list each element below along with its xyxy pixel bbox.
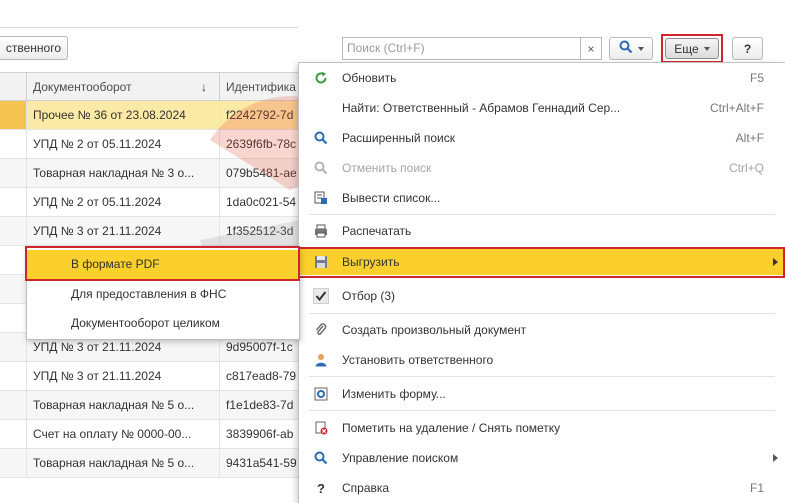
table-row[interactable]: Товарная накладная № 3 о... 079b5481-ae [0, 159, 300, 188]
menu-item-refresh[interactable]: Обновить F5 [299, 65, 785, 91]
menu-item-shortcut: Ctrl+Alt+F [709, 101, 764, 115]
menu-item-search-management[interactable]: Управление поиском [299, 445, 785, 471]
help-icon: ? [317, 480, 325, 496]
menu-separator [309, 376, 775, 377]
menu-item-help[interactable]: ? Справка F1 [299, 475, 785, 501]
submenu-item-fns[interactable]: Для предоставления в ФНС [27, 280, 299, 309]
cell-docflow: Товарная накладная № 3 о... [26, 159, 219, 187]
cell-identifier: 9431a541-59 [219, 449, 300, 477]
cell-docflow: УПД № 3 от 21.11.2024 [26, 217, 219, 245]
menu-item-label: Обновить [342, 71, 397, 85]
form-settings-icon [313, 386, 329, 402]
column-header-docflow[interactable]: Документооборот ↓ [26, 73, 219, 101]
menu-item-mark-delete[interactable]: Пометить на удаление / Снять пометку [299, 415, 785, 441]
user-icon [313, 352, 329, 368]
table-row[interactable]: Товарная накладная № 5 о... f1e1de83-7d [0, 391, 300, 420]
sort-arrow-icon: ↓ [201, 80, 207, 94]
menu-item-label: Распечатать [342, 224, 412, 238]
check-icon [313, 288, 329, 304]
responsible-button[interactable]: ственного [0, 36, 68, 60]
menu-item-filter[interactable]: Отбор (3) [299, 283, 785, 309]
menu-item-label: Создать произвольный документ [342, 323, 527, 337]
cell-identifier: f2242792-7d [219, 101, 300, 129]
column-header-identifier[interactable]: Идентифика [219, 73, 300, 101]
cell-docflow: Счет на оплату № 0000-00... [26, 420, 219, 448]
menu-item-output-list[interactable]: Вывести список... [299, 185, 785, 211]
chevron-right-icon [773, 454, 778, 462]
menu-separator [309, 313, 775, 314]
chevron-down-icon [637, 46, 644, 51]
chevron-down-icon [703, 46, 710, 51]
menu-item-label: Справка [342, 481, 390, 495]
table-row[interactable]: Счет на оплату № 0000-00... 3839906f-ab [0, 420, 300, 449]
menu-item-label: Отменить поиск [342, 161, 432, 175]
column-header-docflow-label: Документооборот [33, 80, 132, 94]
more-menu: Обновить F5 Найти: Ответственный - Абрам… [298, 62, 785, 503]
menu-item-create-document[interactable]: Создать произвольный документ [299, 317, 785, 343]
menu-item-shortcut: F5 [749, 71, 764, 85]
help-button[interactable]: ? [732, 37, 763, 60]
menu-item-label: Управление поиском [342, 451, 459, 465]
menu-item-label: Отбор (3) [342, 289, 396, 303]
menu-item-find-responsible[interactable]: Найти: Ответственный - Абрамов Геннадий … [299, 95, 785, 121]
table-row[interactable]: Товарная накладная № 5 о... 9431a541-59 [0, 449, 300, 478]
cell-identifier: 3839906f-ab [219, 420, 300, 448]
annotation-frame-pdf [25, 246, 300, 281]
table-header: Документооборот ↓ Идентифика [0, 72, 300, 101]
cancel-search-icon [313, 160, 329, 176]
menu-separator [309, 410, 775, 411]
search-icon [313, 130, 329, 146]
cell-docflow: Прочее № 36 от 23.08.2024 [26, 101, 219, 129]
paperclip-icon [313, 322, 329, 338]
cell-identifier: f1e1de83-7d [219, 391, 300, 419]
menu-item-shortcut: F1 [749, 481, 764, 495]
more-button-label: Еще [674, 41, 699, 56]
delete-mark-icon [313, 420, 329, 436]
menu-item-advanced-search[interactable]: Расширенный поиск Alt+F [299, 125, 785, 151]
toolbar-top-border [0, 0, 298, 28]
clear-search-button[interactable]: × [581, 37, 602, 60]
table-row[interactable]: Прочее № 36 от 23.08.2024 f2242792-7d [0, 101, 300, 130]
submenu-item-full-docflow[interactable]: Документооборот целиком [27, 309, 299, 338]
cell-docflow: УПД № 3 от 21.11.2024 [26, 362, 219, 390]
table-row[interactable]: УПД № 2 от 05.11.2024 1da0c021-54 [0, 188, 300, 217]
cell-identifier: 1f352512-3d [219, 217, 300, 245]
menu-item-label: Изменить форму... [342, 387, 446, 401]
cell-identifier: c817ead8-79 [219, 362, 300, 390]
table-row[interactable]: УПД № 3 от 21.11.2024 1f352512-3d [0, 217, 300, 246]
cell-identifier: 079b5481-ae [219, 159, 300, 187]
menu-item-shortcut: Ctrl+Q [728, 161, 764, 175]
cell-docflow: Товарная накладная № 5 о... [26, 391, 219, 419]
search-button[interactable] [609, 37, 653, 60]
menu-item-set-responsible[interactable]: Установить ответственного [299, 347, 785, 373]
menu-item-shortcut: Alt+F [735, 131, 764, 145]
menu-item-change-form[interactable]: Изменить форму... [299, 381, 785, 407]
menu-item-label: Расширенный поиск [342, 131, 455, 145]
cell-docflow: УПД № 2 от 05.11.2024 [26, 130, 219, 158]
menu-item-label: Установить ответственного [342, 353, 494, 367]
menu-item-label: Вывести список... [342, 191, 441, 205]
menu-item-print[interactable]: Распечатать [299, 218, 785, 244]
search-input[interactable]: Поиск (Ctrl+F) [342, 37, 581, 60]
search-icon [619, 40, 633, 57]
cell-docflow: Товарная накладная № 5 о... [26, 449, 219, 477]
annotation-frame-export [297, 247, 785, 278]
menu-item-label: Пометить на удаление / Снять пометку [342, 421, 561, 435]
printer-icon [313, 223, 329, 239]
menu-item-cancel-search[interactable]: Отменить поиск Ctrl+Q [299, 155, 785, 181]
search-manage-icon [313, 450, 329, 466]
table-row[interactable]: УПД № 3 от 21.11.2024 c817ead8-79 [0, 362, 300, 391]
cell-identifier: 1da0c021-54 [219, 188, 300, 216]
cell-docflow: УПД № 2 от 05.11.2024 [26, 188, 219, 216]
column-header-marker[interactable] [0, 73, 27, 101]
more-button[interactable]: Еще [665, 38, 719, 59]
cell-identifier: 2639f6fb-78c [219, 130, 300, 158]
menu-item-label: Найти: Ответственный - Абрамов Геннадий … [342, 101, 621, 115]
table-row[interactable]: УПД № 2 от 05.11.2024 2639f6fb-78c [0, 130, 300, 159]
menu-separator [309, 214, 775, 215]
list-output-icon [313, 190, 329, 206]
refresh-icon [313, 70, 329, 86]
